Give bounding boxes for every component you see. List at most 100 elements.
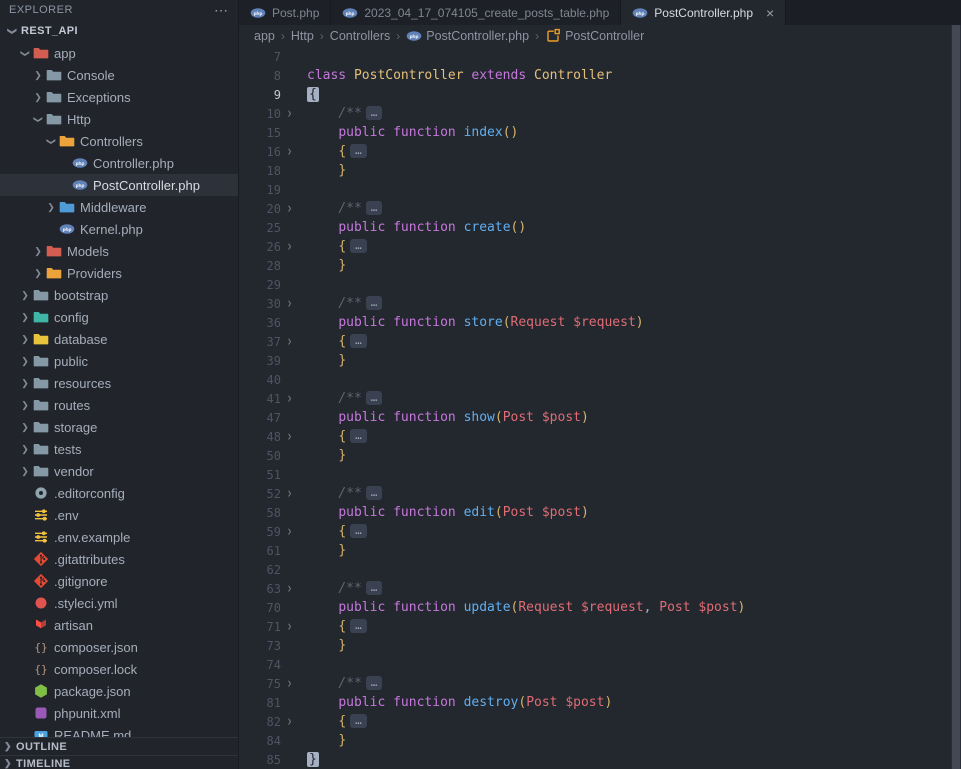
tree-item-postcontroller-php[interactable]: phpPostController.php [0, 174, 238, 196]
fold-chevron-icon[interactable]: ❯ [281, 622, 298, 631]
fold-chevron-icon[interactable]: ❯ [281, 489, 298, 498]
code-text[interactable]: } [307, 752, 319, 767]
tree-item-env[interactable]: .env [0, 504, 238, 526]
fold-chevron-icon[interactable]: ❯ [281, 717, 298, 726]
folded-code-ellipsis[interactable]: … [350, 714, 367, 728]
code-text[interactable]: public function index() [307, 125, 518, 140]
code-text[interactable]: {… [307, 714, 371, 729]
code-text[interactable]: public function show(Post $post) [307, 410, 589, 425]
tree-item-middleware[interactable]: ❯Middleware [0, 196, 238, 218]
code-text[interactable]: /**… [307, 391, 386, 406]
fold-chevron-icon[interactable]: ❯ [281, 584, 298, 593]
folded-code-ellipsis[interactable]: … [366, 296, 383, 310]
breadcrumb-item-controllers[interactable]: Controllers [330, 29, 390, 43]
code-text[interactable]: } [307, 733, 346, 748]
code-text[interactable]: } [307, 353, 346, 368]
folded-code-ellipsis[interactable]: … [366, 201, 383, 215]
code-text[interactable]: /**… [307, 486, 386, 501]
code-text[interactable]: {… [307, 144, 371, 159]
tree-item-storage[interactable]: ❯storage [0, 416, 238, 438]
breadcrumb-item-postcontroller-php[interactable]: phpPostController.php [406, 28, 529, 44]
fold-chevron-icon[interactable]: ❯ [281, 679, 298, 688]
timeline-section-header[interactable]: ❯ TIMELINE [0, 755, 238, 769]
close-icon[interactable]: × [766, 6, 774, 20]
code-text[interactable]: class PostController extends Controller [307, 68, 612, 83]
folded-code-ellipsis[interactable]: … [350, 144, 367, 158]
fold-chevron-icon[interactable]: ❯ [281, 147, 298, 156]
tree-item-bootstrap[interactable]: ❯bootstrap [0, 284, 238, 306]
tree-item-console[interactable]: ❯Console [0, 64, 238, 86]
tree-item-controllers[interactable]: ❯Controllers [0, 130, 238, 152]
tree-item-config[interactable]: ❯config [0, 306, 238, 328]
tree-item-artisan[interactable]: artisan [0, 614, 238, 636]
code-text[interactable]: {… [307, 429, 371, 444]
tree-item-composer-lock[interactable]: {}composer.lock [0, 658, 238, 680]
tree-item-package-json[interactable]: package.json [0, 680, 238, 702]
tree-item-tests[interactable]: ❯tests [0, 438, 238, 460]
breadcrumb-item-http[interactable]: Http [291, 29, 314, 43]
code-text[interactable]: /**… [307, 676, 386, 691]
code-text[interactable]: } [307, 543, 346, 558]
folded-code-ellipsis[interactable]: … [366, 106, 383, 120]
tree-item-editorconfig[interactable]: .editorconfig [0, 482, 238, 504]
code-text[interactable]: { [307, 87, 319, 102]
code-text[interactable]: public function create() [307, 220, 526, 235]
folded-code-ellipsis[interactable]: … [366, 486, 383, 500]
tree-item-styleci-yml[interactable]: .styleci.yml [0, 592, 238, 614]
tree-item-models[interactable]: ❯Models [0, 240, 238, 262]
code-text[interactable]: public function edit(Post $post) [307, 505, 589, 520]
code-text[interactable]: /**… [307, 581, 386, 596]
code-text[interactable]: public function destroy(Post $post) [307, 695, 612, 710]
breadcrumb-item-postcontroller[interactable]: PostController [545, 28, 644, 44]
folded-code-ellipsis[interactable]: … [350, 429, 367, 443]
code-text[interactable]: public function update(Request $request,… [307, 600, 745, 615]
fold-chevron-icon[interactable]: ❯ [281, 432, 298, 441]
tree-item-readme-md[interactable]: MREADME.md [0, 724, 238, 737]
scrollbar-track[interactable] [951, 25, 961, 769]
code-text[interactable]: /**… [307, 296, 386, 311]
fold-chevron-icon[interactable]: ❯ [281, 394, 298, 403]
fold-chevron-icon[interactable]: ❯ [281, 204, 298, 213]
tree-item-resources[interactable]: ❯resources [0, 372, 238, 394]
tree-item-database[interactable]: ❯database [0, 328, 238, 350]
folded-code-ellipsis[interactable]: … [366, 391, 383, 405]
code-text[interactable]: {… [307, 619, 371, 634]
fold-chevron-icon[interactable]: ❯ [281, 527, 298, 536]
tree-item-exceptions[interactable]: ❯Exceptions [0, 86, 238, 108]
tree-item-routes[interactable]: ❯routes [0, 394, 238, 416]
tree-item-kernel-php[interactable]: phpKernel.php [0, 218, 238, 240]
tree-item-phpunit-xml[interactable]: phpunit.xml [0, 702, 238, 724]
tree-item-controller-php[interactable]: phpController.php [0, 152, 238, 174]
tree-item-gitignore[interactable]: .gitignore [0, 570, 238, 592]
tree-item-vendor[interactable]: ❯vendor [0, 460, 238, 482]
folded-code-ellipsis[interactable]: … [350, 619, 367, 633]
tree-item-rest-api[interactable]: ❯REST_API [0, 20, 238, 42]
folded-code-ellipsis[interactable]: … [366, 676, 383, 690]
code-text[interactable]: } [307, 258, 346, 273]
code-text[interactable]: } [307, 638, 346, 653]
code-text[interactable]: /**… [307, 201, 386, 216]
folded-code-ellipsis[interactable]: … [350, 524, 367, 538]
code-text[interactable]: } [307, 448, 346, 463]
tree-item-app[interactable]: ❯app [0, 42, 238, 64]
code-text[interactable]: } [307, 163, 346, 178]
tree-item-public[interactable]: ❯public [0, 350, 238, 372]
fold-chevron-icon[interactable]: ❯ [281, 109, 298, 118]
fold-chevron-icon[interactable]: ❯ [281, 337, 298, 346]
tab-post-php[interactable]: phpPost.php [239, 0, 331, 25]
tree-item-env-example[interactable]: .env.example [0, 526, 238, 548]
outline-section-header[interactable]: ❯ OUTLINE [0, 737, 238, 755]
code-text[interactable]: {… [307, 524, 371, 539]
folded-code-ellipsis[interactable]: … [366, 581, 383, 595]
tab-postcontroller-php[interactable]: phpPostController.php× [621, 0, 786, 25]
breadcrumb-item-app[interactable]: app [254, 29, 275, 43]
tree-item-gitattributes[interactable]: .gitattributes [0, 548, 238, 570]
tree-item-providers[interactable]: ❯Providers [0, 262, 238, 284]
tab-2023-04-17-074105-create-posts-table-php[interactable]: php2023_04_17_074105_create_posts_table.… [331, 0, 621, 25]
more-actions-icon[interactable]: ⋯ [214, 3, 228, 17]
code-text[interactable]: /**… [307, 106, 386, 121]
code-text[interactable]: {… [307, 334, 371, 349]
folded-code-ellipsis[interactable]: … [350, 334, 367, 348]
fold-chevron-icon[interactable]: ❯ [281, 299, 298, 308]
folded-code-ellipsis[interactable]: … [350, 239, 367, 253]
